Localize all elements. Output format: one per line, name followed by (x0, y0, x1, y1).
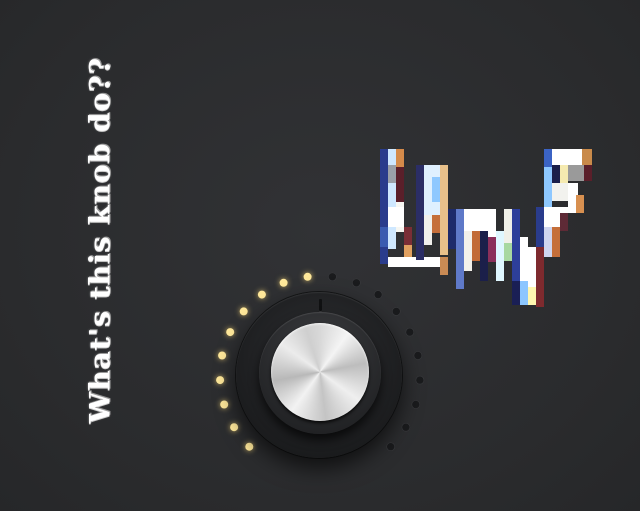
level-dot-unlit (373, 290, 383, 299)
level-dot-lit (226, 328, 235, 337)
knob-pointer-tick (319, 299, 322, 311)
level-dot-unlit (411, 400, 421, 409)
level-knob-control[interactable] (200, 250, 440, 490)
level-dot-unlit (401, 422, 411, 432)
level-dot-lit (257, 290, 266, 299)
level-dot-lit (303, 272, 312, 281)
level-dot-unlit (392, 307, 401, 316)
level-dot-unlit (405, 327, 415, 337)
knob-widget-screen: What's this knob do?? (0, 0, 640, 511)
level-dot-lit (279, 278, 288, 287)
page-title: What's this knob do?? (83, 56, 117, 424)
knob-icon[interactable] (271, 323, 369, 421)
level-dot-lit (239, 307, 248, 316)
level-dot-unlit (328, 272, 337, 282)
level-dot-unlit (386, 442, 395, 451)
level-dot-unlit (352, 278, 361, 288)
level-dot-lit (218, 351, 227, 360)
level-dot-lit (245, 442, 254, 451)
level-dot-unlit (413, 351, 423, 360)
level-dot-unlit (415, 375, 425, 385)
level-dot-lit (216, 376, 225, 385)
level-dot-lit (230, 423, 239, 432)
level-dot-lit (220, 400, 229, 409)
